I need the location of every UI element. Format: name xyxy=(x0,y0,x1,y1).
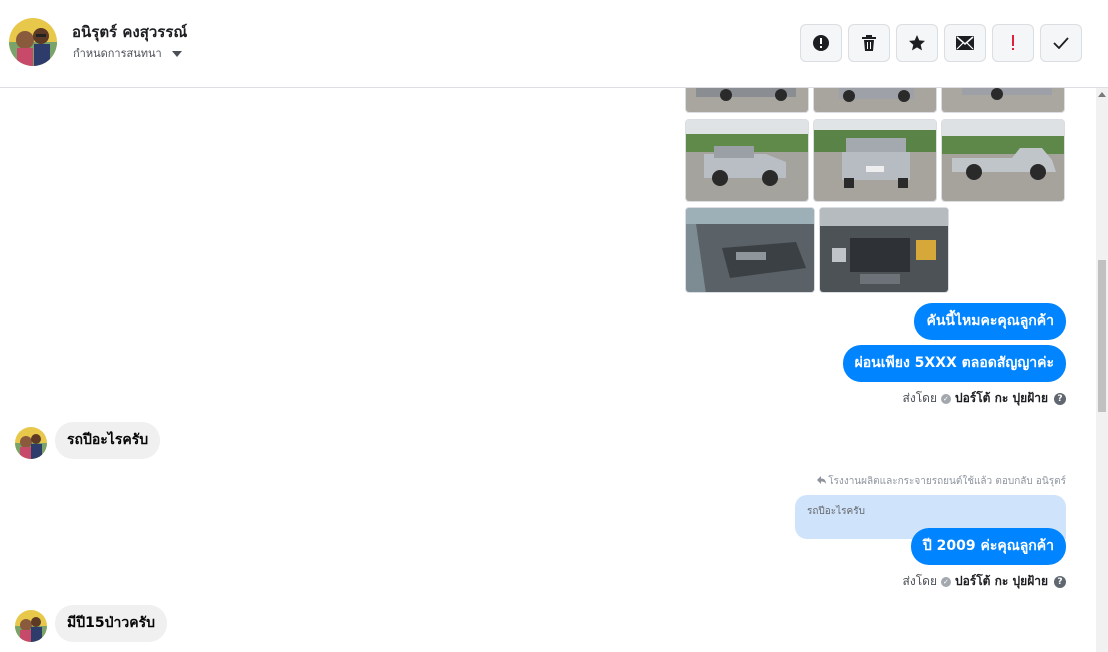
car-interior-photo[interactable] xyxy=(685,207,815,293)
star-button[interactable] xyxy=(896,24,938,62)
assign-label: กำหนดการสนทนา xyxy=(73,47,162,60)
reply-note: โรงงานผลิตและกระจายรถยนต์ใช้แล้ว ตอบกลับ… xyxy=(817,474,1066,489)
reply-note-text: โรงงานผลิตและกระจายรถยนต์ใช้แล้ว ตอบกลับ… xyxy=(828,476,1066,487)
help-icon[interactable]: ? xyxy=(1054,575,1066,588)
flag-button[interactable] xyxy=(992,24,1034,62)
scroll-up-arrow-icon[interactable] xyxy=(1098,92,1106,97)
help-icon[interactable]: ? xyxy=(1054,392,1066,405)
delete-button[interactable] xyxy=(848,24,890,62)
contact-avatar-small[interactable] xyxy=(15,610,47,642)
sent-by-line: ส่งโดย ✓ ปอร์โต้ กะ ปุยฝ้าย ? xyxy=(903,572,1066,591)
sent-by-prefix: ส่งโดย xyxy=(902,391,937,405)
header-actions xyxy=(800,24,1082,62)
spam-button[interactable] xyxy=(800,24,842,62)
conversation-header: อนิรุตร์ คงสุวรรณ์ กำหนดการสนทนา xyxy=(0,0,1108,88)
outgoing-message[interactable]: ปี 2009 ค่ะคุณลูกค้า xyxy=(910,528,1066,565)
sender-name[interactable]: ปอร์โต้ กะ ปุยฝ้าย xyxy=(955,572,1048,591)
envelope-icon xyxy=(956,36,974,50)
car-photo[interactable] xyxy=(813,119,937,202)
trash-icon xyxy=(861,34,877,52)
outgoing-message[interactable]: คันนี้ไหมคะคุณลูกค้า xyxy=(914,303,1066,340)
sent-by-line: ส่งโดย ✓ ปอร์โต้ กะ ปุยฝ้าย ? xyxy=(903,389,1066,408)
scrollbar[interactable] xyxy=(1096,88,1108,652)
contact-avatar-small[interactable] xyxy=(15,427,47,459)
scroll-thumb[interactable] xyxy=(1098,260,1106,412)
contact-avatar[interactable] xyxy=(9,18,57,66)
car-engine-photo[interactable] xyxy=(819,207,949,293)
incoming-message[interactable]: รถปีอะไรครับ xyxy=(55,422,161,459)
contact-name[interactable]: อนิรุตร์ คงสุวรรณ์ xyxy=(72,20,187,44)
star-icon xyxy=(908,34,926,52)
sent-by-prefix: ส่งโดย xyxy=(902,574,937,588)
caret-down-icon xyxy=(171,50,182,57)
sent-check-icon: ✓ xyxy=(940,393,951,404)
mark-unread-button[interactable] xyxy=(944,24,986,62)
sent-check-icon: ✓ xyxy=(940,576,951,587)
incoming-message[interactable]: มีปี15ป่าวครับ xyxy=(55,605,167,642)
checkmark-icon xyxy=(1053,37,1069,49)
reply-arrow-icon xyxy=(817,476,827,487)
alert-circle-icon xyxy=(812,34,830,52)
exclamation-icon xyxy=(1010,34,1016,52)
assign-conversation-dropdown[interactable]: กำหนดการสนทนา xyxy=(73,44,182,62)
car-photo[interactable] xyxy=(941,119,1065,202)
car-photo[interactable] xyxy=(685,119,809,202)
sender-name[interactable]: ปอร์โต้ กะ ปุยฝ้าย xyxy=(955,389,1048,408)
mark-done-button[interactable] xyxy=(1040,24,1082,62)
outgoing-message[interactable]: ผ่อนเพียง 5XXX ตลอดสัญญาค่ะ xyxy=(842,345,1066,382)
